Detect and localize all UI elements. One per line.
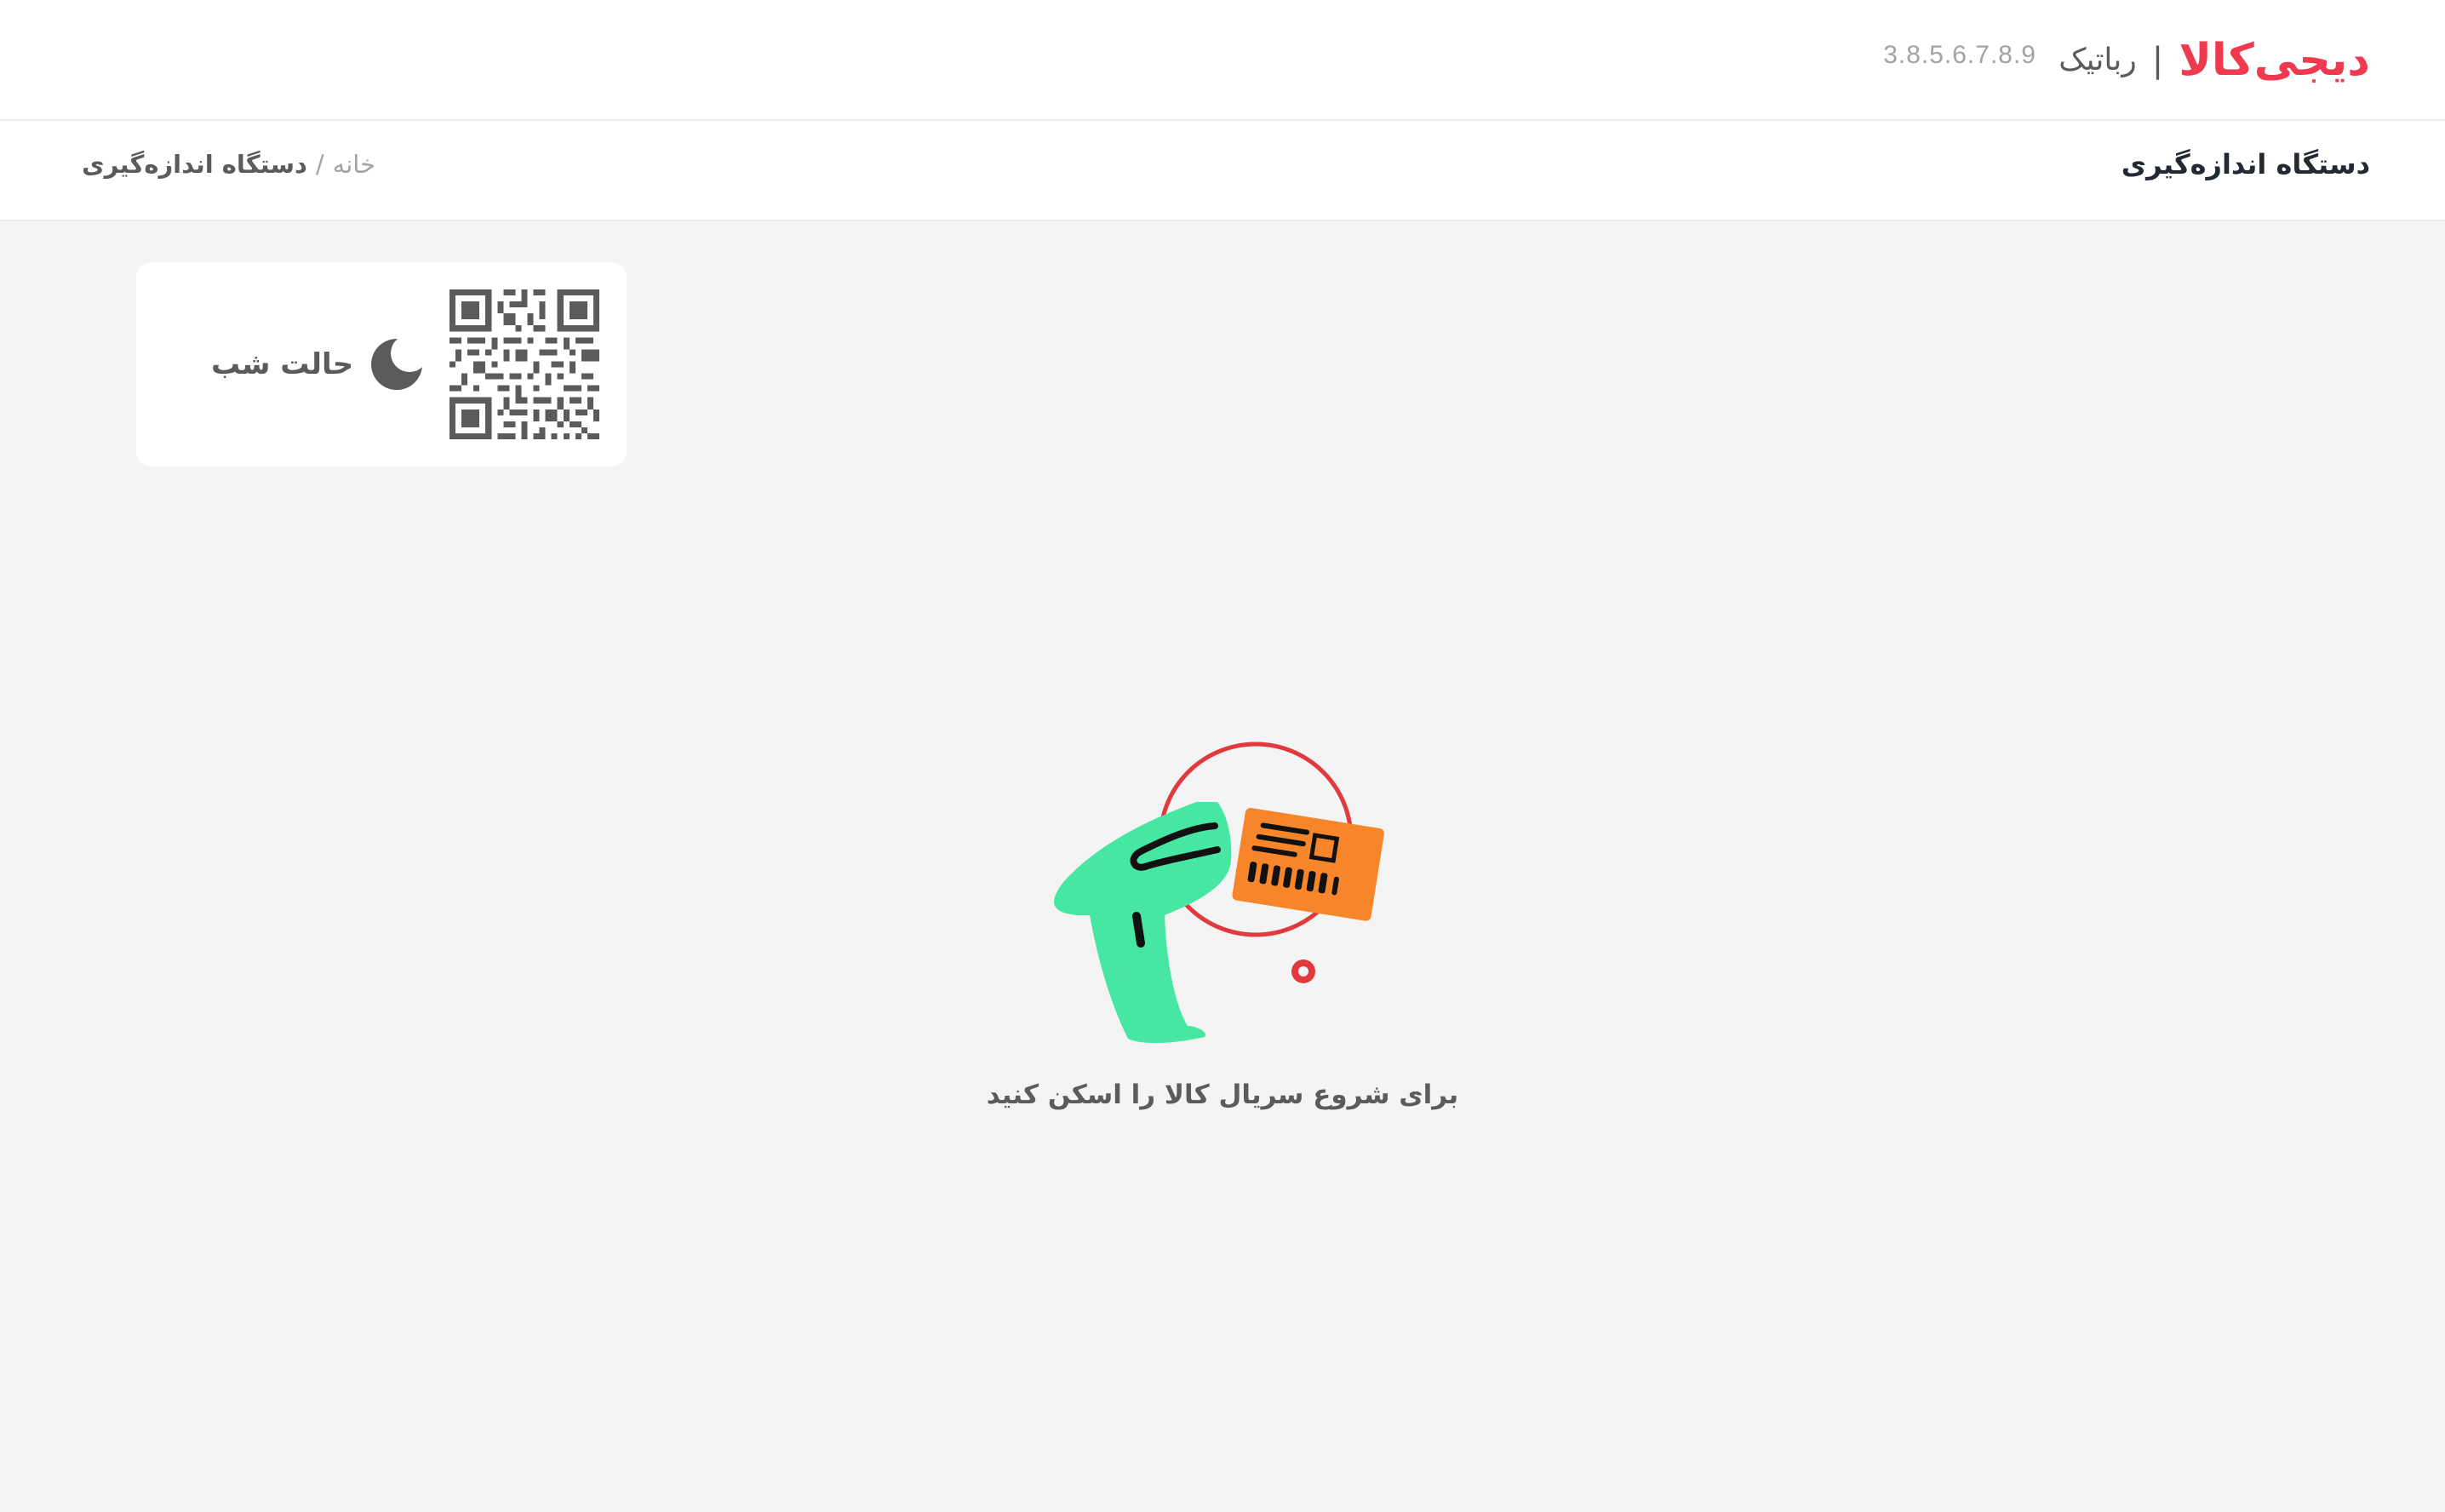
tools-card: حالت شب xyxy=(136,262,627,467)
version-label: 3.8.5.6.7.8.9 xyxy=(1883,41,2036,69)
scan-hint: برای شروع سریال کالا را اسکن کنید xyxy=(986,1080,1459,1110)
app-header: دیجی‌کالا | رباتیک 3.8.5.6.7.8.9 xyxy=(0,0,2445,121)
digikala-logo[interactable]: دیجی‌کالا xyxy=(2179,31,2371,90)
page-header: دستگاه اندازه‌گیری خانه / دستگاه اندازه‌… xyxy=(0,121,2445,221)
brand-separator: | xyxy=(2151,41,2164,80)
moon-icon xyxy=(371,336,426,390)
page-title: دستگاه اندازه‌گیری xyxy=(2121,148,2370,180)
breadcrumb: خانه / دستگاه اندازه‌گیری xyxy=(82,150,375,179)
brand: دیجی‌کالا | رباتیک xyxy=(2058,31,2371,90)
sub-brand-label: رباتیک xyxy=(2058,43,2137,77)
breadcrumb-current: دستگاه اندازه‌گیری xyxy=(82,150,307,179)
night-mode-toggle[interactable]: حالت شب xyxy=(211,335,426,393)
qr-code-icon[interactable] xyxy=(449,289,599,439)
barcode-scanner-illustration xyxy=(1054,742,1384,1044)
night-mode-label: حالت شب xyxy=(211,347,354,381)
breadcrumb-separator: / xyxy=(315,150,324,179)
breadcrumb-home-link[interactable]: خانه xyxy=(333,150,375,179)
